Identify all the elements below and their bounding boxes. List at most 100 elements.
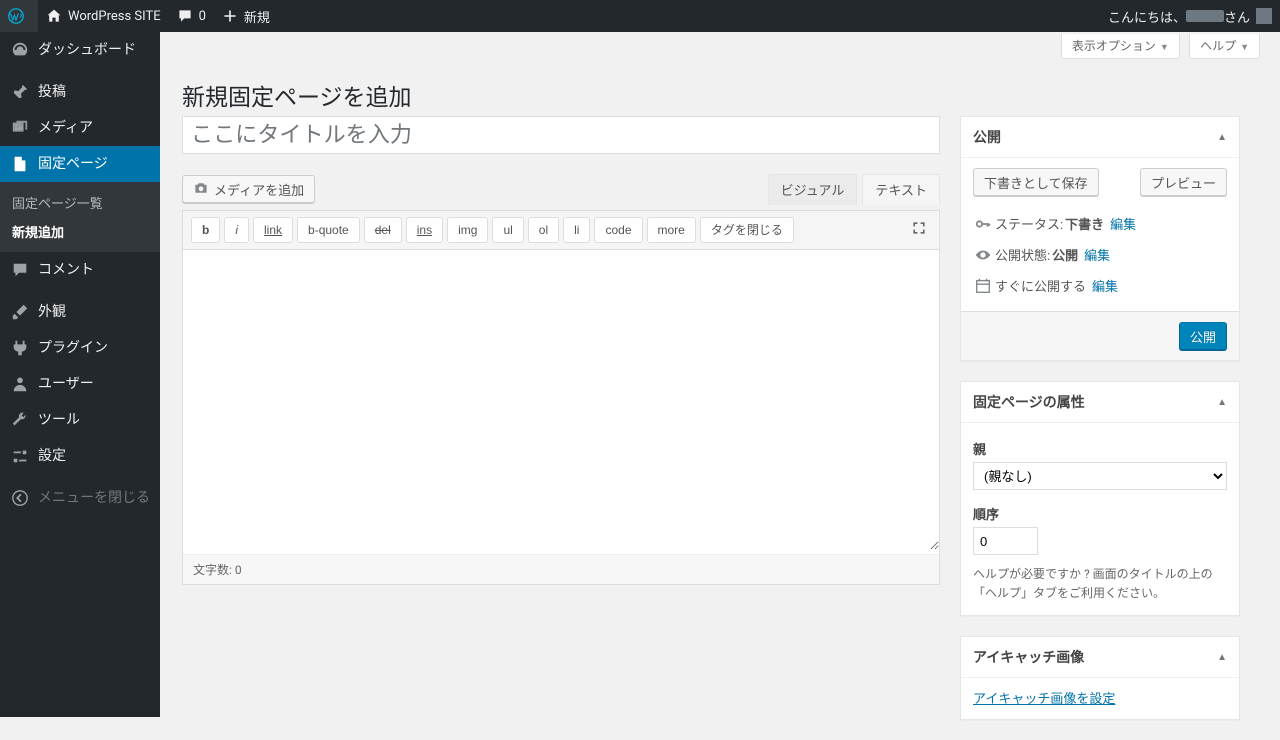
comment-icon xyxy=(10,260,30,280)
quicktags-toolbar: b i link b-quote del ins img ul ol li co… xyxy=(182,210,940,249)
page-icon xyxy=(10,154,30,174)
comment-icon xyxy=(177,8,193,24)
qt-close-tags[interactable]: タグを閉じる xyxy=(700,217,794,243)
editor-tabs: ビジュアル テキスト xyxy=(763,174,940,205)
site-name: WordPress SITE xyxy=(68,9,161,24)
help-toggle[interactable]: ヘルプ▼ xyxy=(1189,34,1260,59)
menu-label: ダッシュボード xyxy=(38,41,136,59)
home-icon xyxy=(46,8,62,24)
schedule-row: すぐに公開する 編集 xyxy=(973,270,1227,301)
my-account[interactable]: こんにちは、 さん xyxy=(1100,0,1280,32)
pin-icon xyxy=(10,82,30,102)
menu-appearance[interactable]: 外観 xyxy=(0,293,160,330)
qt-ol[interactable]: ol xyxy=(528,217,559,243)
menu-dashboard[interactable]: ダッシュボード xyxy=(0,32,160,68)
qt-li[interactable]: li xyxy=(563,217,590,243)
menu-posts[interactable]: 投稿 xyxy=(0,73,160,110)
order-label: 順序 xyxy=(973,504,1227,523)
dashboard-icon xyxy=(10,40,30,60)
page-title: 新規固定ページを追加 xyxy=(182,69,1240,116)
featured-image-metabox: アイキャッチ画像 ▲ アイキャッチ画像を設定 xyxy=(960,636,1240,720)
menu-media[interactable]: メディア xyxy=(0,110,160,146)
publish-button[interactable]: 公開 xyxy=(1179,322,1227,350)
editor-status-bar: 文字数: 0 xyxy=(182,554,940,585)
page-attributes-header[interactable]: 固定ページの属性 ▲ xyxy=(961,382,1239,423)
tab-text[interactable]: テキスト xyxy=(862,174,940,205)
brush-icon xyxy=(10,302,30,322)
submenu-pages-add-new[interactable]: 新規追加 xyxy=(0,217,160,246)
menu-order-input[interactable] xyxy=(973,527,1038,555)
menu-label: メディア xyxy=(38,119,93,137)
wrench-icon xyxy=(10,410,30,430)
menu-label: ユーザー xyxy=(38,375,94,393)
sliders-icon xyxy=(10,446,30,466)
menu-label: コメント xyxy=(38,261,94,279)
qt-bold[interactable]: b xyxy=(191,217,220,243)
calendar-icon xyxy=(973,277,993,295)
menu-tools[interactable]: ツール xyxy=(0,402,160,438)
admin-toolbar: WordPress SITE 0 新規 こんにちは、 さん xyxy=(0,0,1280,32)
edit-status-link[interactable]: 編集 xyxy=(1110,214,1136,233)
menu-plugins[interactable]: プラグイン xyxy=(0,330,160,366)
qt-del[interactable]: del xyxy=(364,217,402,243)
new-content-link[interactable]: 新規 xyxy=(214,0,278,32)
user-icon xyxy=(10,374,30,394)
new-label: 新規 xyxy=(244,7,270,26)
eye-icon xyxy=(973,246,993,264)
comments-link[interactable]: 0 xyxy=(169,0,214,32)
greeting-suffix: さん xyxy=(1224,7,1250,26)
qt-code[interactable]: code xyxy=(594,217,642,243)
post-title-input[interactable] xyxy=(182,116,940,154)
qt-img[interactable]: img xyxy=(447,217,488,243)
edit-schedule-link[interactable]: 編集 xyxy=(1092,276,1118,295)
add-media-button[interactable]: メディアを追加 xyxy=(182,175,315,203)
publish-metabox-header[interactable]: 公開 ▲ xyxy=(961,117,1239,158)
qt-italic[interactable]: i xyxy=(224,217,249,243)
user-name xyxy=(1186,10,1224,22)
avatar xyxy=(1256,8,1272,24)
menu-label: ツール xyxy=(38,411,80,429)
qt-ins[interactable]: ins xyxy=(406,217,443,243)
qt-link[interactable]: link xyxy=(253,217,293,243)
submenu-pages-list[interactable]: 固定ページ一覧 xyxy=(0,188,160,217)
greeting-prefix: こんにちは、 xyxy=(1108,7,1186,26)
publish-metabox: 公開 ▲ 下書きとして保存 プレビュー ステータス: 下書き 編集 xyxy=(960,116,1240,361)
featured-image-header[interactable]: アイキャッチ画像 ▲ xyxy=(961,637,1239,678)
qt-more[interactable]: more xyxy=(647,217,696,243)
menu-settings[interactable]: 設定 xyxy=(0,438,160,474)
chevron-down-icon: ▼ xyxy=(1160,43,1169,53)
media-icon xyxy=(10,118,30,138)
menu-label: 外観 xyxy=(38,303,66,321)
editor-area xyxy=(182,249,940,555)
menu-comments[interactable]: コメント xyxy=(0,252,160,288)
wordpress-icon xyxy=(8,8,24,24)
content-textarea[interactable] xyxy=(183,250,939,550)
fullscreen-toggle[interactable] xyxy=(907,220,931,240)
parent-select[interactable]: (親なし) xyxy=(973,462,1227,490)
tab-visual[interactable]: ビジュアル xyxy=(768,174,858,205)
wp-logo[interactable] xyxy=(0,0,38,32)
menu-label: 投稿 xyxy=(38,83,66,101)
attributes-help-text: ヘルプが必要ですか ? 画面のタイトルの上の「ヘルプ」タブをご利用ください。 xyxy=(973,565,1227,603)
plugin-icon xyxy=(10,338,30,358)
word-count-value: 0 xyxy=(235,563,242,577)
menu-label: プラグイン xyxy=(38,339,108,357)
menu-collapse[interactable]: メニューを閉じる xyxy=(0,479,160,516)
menu-pages[interactable]: 固定ページ xyxy=(0,146,160,182)
title-wrap xyxy=(182,116,940,154)
site-name-link[interactable]: WordPress SITE xyxy=(38,0,169,32)
save-draft-button[interactable]: 下書きとして保存 xyxy=(973,168,1099,196)
menu-label: 固定ページ xyxy=(38,155,108,173)
chevron-up-icon: ▲ xyxy=(1217,652,1227,663)
preview-button[interactable]: プレビュー xyxy=(1140,168,1227,196)
page-attributes-metabox: 固定ページの属性 ▲ 親 (親なし) 順序 ヘルプが必要ですか ? 画面のタイト… xyxy=(960,381,1240,616)
key-icon xyxy=(973,215,993,233)
qt-ul[interactable]: ul xyxy=(492,217,523,243)
menu-users[interactable]: ユーザー xyxy=(0,366,160,402)
menu-label: メニューを閉じる xyxy=(38,489,150,507)
set-featured-image-link[interactable]: アイキャッチ画像を設定 xyxy=(973,692,1115,707)
screen-options-toggle[interactable]: 表示オプション▼ xyxy=(1061,34,1180,59)
admin-menu: ダッシュボード 投稿 メディア 固定ページ 固定ページ一覧 新規追加 コメント … xyxy=(0,32,160,717)
edit-visibility-link[interactable]: 編集 xyxy=(1084,245,1110,264)
qt-blockquote[interactable]: b-quote xyxy=(297,217,360,243)
